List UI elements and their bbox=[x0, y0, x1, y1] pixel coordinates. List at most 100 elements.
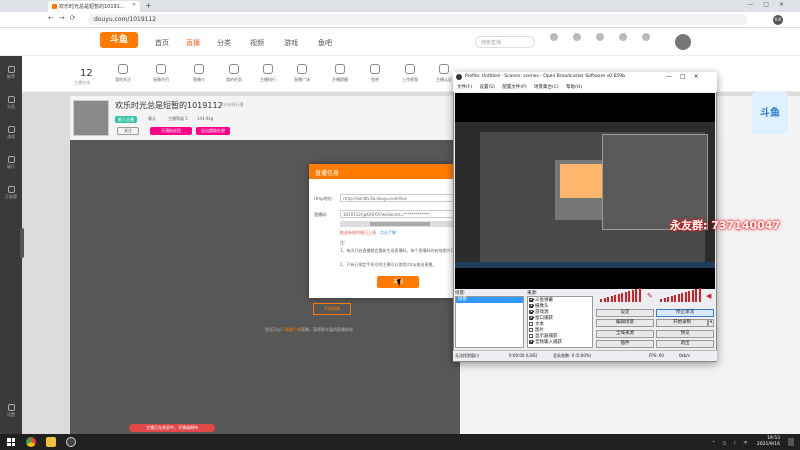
stream-key-field[interactable]: 1019112rjqXXXXX?wsSecret=************* bbox=[340, 210, 455, 218]
nav-fishbar[interactable]: 鱼吧 bbox=[318, 38, 332, 48]
rtmp-url-field[interactable]: rtmp://sendtc3a.douyu.com/live bbox=[340, 194, 455, 202]
rtmp-label: rtmp地址: bbox=[314, 196, 333, 201]
start-live-button[interactable]: 开始直播 bbox=[313, 303, 351, 315]
obs-menu-settings[interactable]: 设置(S) bbox=[480, 85, 495, 90]
header-icon-3[interactable] bbox=[591, 33, 609, 43]
cat-item[interactable]: 上传视频 bbox=[398, 64, 422, 83]
record-dropdown-icon[interactable]: ▾ bbox=[708, 319, 714, 327]
room-level: 主播等级 5 bbox=[168, 116, 188, 121]
category-icon bbox=[229, 64, 239, 74]
room-avatar[interactable] bbox=[73, 100, 109, 136]
cat-item[interactable]: 我的任务 bbox=[222, 64, 246, 83]
obs-global-sources-button[interactable]: 全域来源 bbox=[596, 330, 654, 338]
url-input[interactable]: douyu.com/1019112 bbox=[88, 14, 748, 25]
scenes-list[interactable] bbox=[455, 296, 524, 348]
nav-video[interactable]: 视频 bbox=[250, 38, 264, 48]
download-client-link[interactable]: 下载客户端 bbox=[281, 327, 301, 332]
user-avatar[interactable] bbox=[675, 34, 691, 50]
meter-bar bbox=[670, 296, 673, 302]
obs-window-controls[interactable]: —□✕ bbox=[666, 73, 707, 80]
cat-item[interactable]: 直播节目 bbox=[149, 64, 173, 83]
obs-statusbar: 无法找到窗口 0:00:00 (LIVE) 丢失帧数: 0 (0.00%) FP… bbox=[453, 350, 717, 361]
obs-menu-scenes[interactable]: 场景集合(C) bbox=[534, 85, 559, 90]
sidebar-item-settings[interactable]: 设置 bbox=[2, 404, 20, 418]
mic-mute-icon[interactable]: ✎ bbox=[647, 292, 653, 300]
status-time: 0:00:00 (LIVE) bbox=[509, 353, 538, 358]
windows-start-icon[interactable] bbox=[7, 438, 15, 446]
taskbar-clock[interactable]: 19:53 2021/9/16 bbox=[750, 436, 780, 448]
checkbox[interactable] bbox=[529, 309, 533, 314]
header-icon-5[interactable] bbox=[637, 33, 655, 43]
checkbox[interactable] bbox=[529, 321, 533, 326]
windows-taskbar bbox=[0, 434, 800, 450]
douyu-logo[interactable]: 斗鱼 bbox=[100, 32, 138, 48]
header-icon-1[interactable] bbox=[545, 33, 563, 43]
sidebar-item-recommend[interactable]: 推荐 bbox=[2, 66, 20, 80]
scene-item-selected[interactable]: 场景 bbox=[456, 297, 523, 303]
checkbox[interactable] bbox=[529, 315, 533, 320]
sidebar-item-positive[interactable]: 正能量 bbox=[2, 186, 20, 200]
nav-game[interactable]: 游戏 bbox=[284, 38, 298, 48]
browser-tab[interactable]: 欢乐时光总是短暂的10191... bbox=[48, 1, 140, 12]
stream-key-scrollbar[interactable] bbox=[340, 221, 455, 227]
checkbox[interactable] bbox=[529, 339, 533, 344]
obs-menu-file[interactable]: 文件(F) bbox=[457, 85, 472, 90]
obs-exit-button[interactable]: 退出 bbox=[656, 340, 714, 348]
close-tab-icon[interactable]: ✕ bbox=[132, 2, 136, 8]
window-controls[interactable]: —□✕ bbox=[747, 1, 794, 8]
profile-avatar[interactable]: Kill bbox=[773, 15, 783, 25]
status-message: 无法找到窗口 bbox=[455, 353, 479, 358]
chrome-taskbar-icon[interactable] bbox=[26, 437, 36, 447]
note-title: 注: bbox=[340, 240, 346, 245]
header-icon-2[interactable] bbox=[568, 33, 586, 43]
douyu-favicon-icon bbox=[52, 4, 57, 9]
upload-icon bbox=[619, 33, 627, 41]
cat-item[interactable]: 我的关注 bbox=[111, 64, 135, 83]
super-gift-button[interactable]: 送出超级礼物 bbox=[196, 127, 230, 135]
cat-item[interactable]: 鱼吧 bbox=[363, 64, 387, 83]
obs-stop-stream-button[interactable]: 停止串流 bbox=[656, 309, 714, 317]
cat-item[interactable]: 开播提醒 bbox=[328, 64, 352, 83]
sidebar-item-game[interactable]: 游戏 bbox=[2, 126, 20, 140]
folder-taskbar-icon[interactable] bbox=[46, 437, 56, 447]
checkbox[interactable] bbox=[529, 303, 533, 308]
cat-item[interactable]: 直播卡 bbox=[187, 64, 211, 83]
sidebar-item-entertainment[interactable]: 娱乐 bbox=[2, 156, 20, 170]
learn-more-link[interactable]: 点击了解 bbox=[380, 230, 396, 235]
meter-bar bbox=[638, 288, 641, 302]
nav-home[interactable]: 首页 bbox=[155, 38, 169, 48]
obs-start-record-button[interactable]: 开始录制 bbox=[656, 319, 708, 327]
meter-bar bbox=[688, 291, 690, 302]
category-icon bbox=[439, 64, 449, 74]
obs-preview-button[interactable]: 预览 bbox=[656, 330, 714, 338]
grid-icon bbox=[7, 96, 15, 103]
obs-menu-profile[interactable]: 配置文件(P) bbox=[502, 85, 526, 90]
obs-settings-button[interactable]: 设定 bbox=[596, 309, 654, 317]
source-item[interactable]: 音频输入捕获 bbox=[529, 339, 562, 345]
meter-bar bbox=[695, 289, 697, 302]
obs-edit-scene-button[interactable]: 编辑场景 bbox=[596, 319, 654, 327]
cat-item[interactable]: 直播广场 bbox=[290, 64, 314, 83]
checkbox[interactable] bbox=[529, 327, 533, 332]
speaker-icon[interactable]: ◀ bbox=[706, 292, 711, 300]
nav-buttons[interactable]: ←→⟳ bbox=[48, 14, 81, 22]
checkbox[interactable] bbox=[529, 297, 533, 302]
search-input[interactable]: 搜索直播 bbox=[475, 36, 535, 48]
obs-menu-help[interactable]: 帮助(H) bbox=[566, 85, 582, 90]
new-tab-icon[interactable]: + bbox=[145, 1, 152, 10]
header-icon-4[interactable] bbox=[614, 33, 632, 43]
checkbox[interactable] bbox=[529, 333, 533, 338]
sidebar-item-category[interactable]: 分类 bbox=[2, 96, 20, 110]
promo-banner[interactable]: 斗鱼 bbox=[752, 92, 788, 134]
nav-live[interactable]: 直播 bbox=[186, 38, 200, 48]
notification-icon[interactable] bbox=[788, 438, 794, 446]
sidebar-collapse-handle[interactable] bbox=[20, 228, 24, 258]
obs-taskbar-icon[interactable] bbox=[66, 437, 76, 447]
follow-button[interactable]: 关注 bbox=[117, 127, 139, 135]
system-tray-icons[interactable]: ^ ◫ ♪ 中 bbox=[712, 440, 751, 446]
fan-club-button[interactable]: 开通粉丝团 bbox=[150, 127, 192, 135]
nav-category[interactable]: 分类 bbox=[217, 38, 231, 48]
obs-plugins-button[interactable]: 插件 bbox=[596, 340, 654, 348]
cat-item[interactable]: 主播排行 bbox=[256, 64, 280, 83]
scroll-thumb[interactable] bbox=[370, 222, 430, 226]
